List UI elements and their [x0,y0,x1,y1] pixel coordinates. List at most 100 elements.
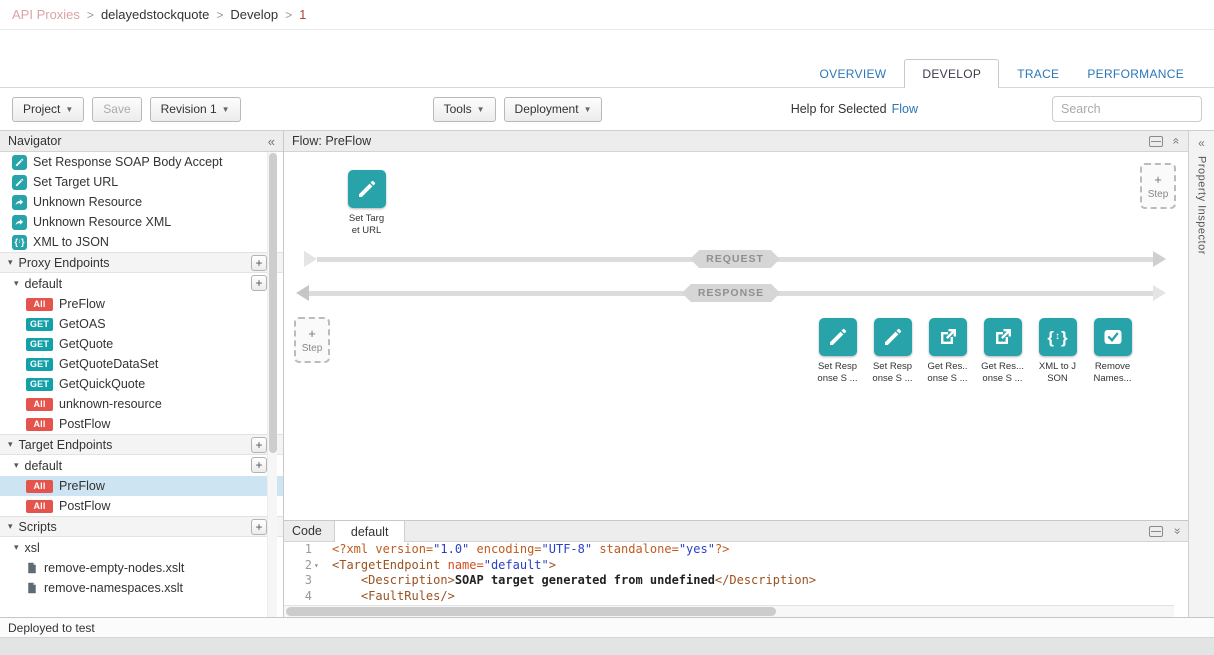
code-token: ?> [715,542,729,556]
revision-button[interactable]: Revision 1▼ [150,97,241,122]
code-token: <FaultRules/> [361,589,455,603]
flow-step[interactable]: Get Res...onse S ... [975,318,1030,385]
nav-tree-item[interactable]: Allunknown-resource [0,394,283,414]
collapse-code-panel-icon[interactable]: « [1171,528,1183,535]
section-label: Scripts [19,520,57,534]
help-selected-flow-link[interactable]: Flow [892,102,918,116]
code-token: name= [448,558,484,572]
collapse-navigator-icon[interactable]: « [268,135,275,148]
code-tab-default[interactable]: default [334,521,406,542]
flow-step[interactable]: {↕}XML to JSON [1030,318,1085,385]
code-line: 1<?xml version="1.0" encoding="UTF-8" st… [284,542,1188,558]
nav-group-header[interactable]: ▾ default + [0,273,283,294]
pencil-icon [12,175,27,190]
tools-button[interactable]: Tools▼ [433,97,496,122]
group-label: default [25,277,63,291]
flow-title: Flow: PreFlow [292,134,371,148]
code-token [332,573,361,587]
add-button[interactable]: + [251,437,267,453]
nav-tree-item[interactable]: remove-empty-nodes.xslt [0,558,283,578]
callout-icon [984,318,1022,356]
navigator-title: Navigator [8,134,62,148]
flow-step[interactable]: Set Response S ... [810,318,865,385]
flow-step-label: Get Res...onse S ... [975,361,1030,385]
breadcrumb-item[interactable]: delayedstockquote [101,7,209,22]
project-button[interactable]: Project▼ [12,97,84,122]
add-button[interactable]: + [251,255,267,271]
breadcrumb-item[interactable]: 1 [299,7,306,22]
item-label: GetQuoteDataSet [59,357,158,371]
add-button[interactable]: + [251,519,267,535]
save-button[interactable]: Save [92,97,141,122]
code-token: <Description> [361,573,455,587]
caret-down-icon: ▾ [8,521,13,532]
nav-tree-item[interactable]: GETGetQuoteDataSet [0,354,283,374]
navigator-policy-item[interactable]: Set Response SOAP Body Accept [0,152,283,172]
main-area: Navigator « Set Response SOAP Body Accep… [0,130,1214,617]
deployment-button[interactable]: Deployment▼ [504,97,603,122]
code-token: "1.0" [433,542,469,556]
caret-down-icon: ▾ [14,278,19,289]
navigator-policy-item[interactable]: Unknown Resource XML [0,212,283,232]
fold-toggle-icon [314,589,324,605]
flow-panel: Flow: PreFlow « Set Target URL + Step [284,131,1188,520]
code-panel: Code default « 1<?xml version="1.0" enco… [284,520,1188,617]
nav-tree-item[interactable]: GETGetQuickQuote [0,374,283,394]
navigator-policy-item[interactable]: Set Target URL [0,172,283,192]
nav-tree-item[interactable]: remove-namespaces.xslt [0,578,283,598]
tab-overview[interactable]: OVERVIEW [813,61,894,87]
tab-performance[interactable]: PERFORMANCE [1080,61,1191,87]
braces-icon: {↕} [12,235,27,250]
caret-down-icon: ▾ [14,460,19,471]
chevron-down-icon: ▼ [222,105,230,114]
code-token: </Description> [715,573,816,587]
nav-group-header[interactable]: ▾ default + [0,455,283,476]
split-panes-icon[interactable] [1149,136,1163,147]
breadcrumb-item[interactable]: API Proxies [12,7,80,22]
nav-group-header[interactable]: ▾xsl [0,537,283,558]
split-panes-icon[interactable] [1149,526,1163,537]
code-header-icons: « [1149,521,1188,541]
flow-step[interactable]: Set Target URL [339,170,394,237]
pencil-icon [348,170,386,208]
nav-tree-item[interactable]: AllPreFlow [0,294,283,314]
add-step-button-response[interactable]: + Step [294,317,330,363]
fold-toggle-icon [314,542,324,558]
navigator-policy-item[interactable]: Unknown Resource [0,192,283,212]
method-badge: All [26,418,53,431]
navigator-scrollbar[interactable] [267,152,277,617]
nav-section-header[interactable]: ▾ Scripts + [0,516,283,537]
navigator-policy-item[interactable]: {↕}XML to JSON [0,232,283,252]
breadcrumb-item[interactable]: Develop [230,7,278,22]
search-input[interactable] [1052,96,1202,122]
code-token: > [549,558,556,572]
nav-section-header[interactable]: ▾Target Endpoints+ [0,434,283,455]
nav-section-header[interactable]: ▾Proxy Endpoints+ [0,252,283,273]
scrollbar-thumb[interactable] [269,153,277,453]
method-badge: All [26,500,53,513]
item-label: PreFlow [59,479,105,493]
chevron-down-icon: ▼ [65,105,73,114]
nav-tree-item[interactable]: AllPostFlow [0,496,283,516]
help-for-selected: Help for Selected Flow [791,102,918,116]
add-button[interactable]: + [251,457,267,473]
flow-step[interactable]: Set Response S ... [865,318,920,385]
scrollbar-thumb[interactable] [286,607,776,616]
tab-develop[interactable]: DEVELOP [904,59,999,88]
expand-property-inspector-icon[interactable]: « [1198,136,1205,150]
group-label: default [25,459,63,473]
collapse-flow-panel-icon[interactable]: « [1171,138,1183,145]
code-horizontal-scrollbar[interactable] [284,605,1174,617]
flow-step[interactable]: RemoveNames... [1085,318,1140,385]
add-step-button-request[interactable]: + Step [1140,163,1176,209]
nav-tree-item[interactable]: GETGetQuote [0,334,283,354]
nav-tree-item[interactable]: AllPreFlow [0,476,283,496]
fold-toggle-icon[interactable]: ▾ [314,558,324,574]
flow-step[interactable]: Get Res..onse S ... [920,318,975,385]
tab-trace[interactable]: TRACE [1010,61,1066,87]
code-editor[interactable]: 1<?xml version="1.0" encoding="UTF-8" st… [284,542,1188,617]
nav-tree-item[interactable]: AllPostFlow [0,414,283,434]
add-button[interactable]: + [251,275,267,291]
nav-tree-item[interactable]: GETGetOAS [0,314,283,334]
resource-icon [12,215,27,230]
